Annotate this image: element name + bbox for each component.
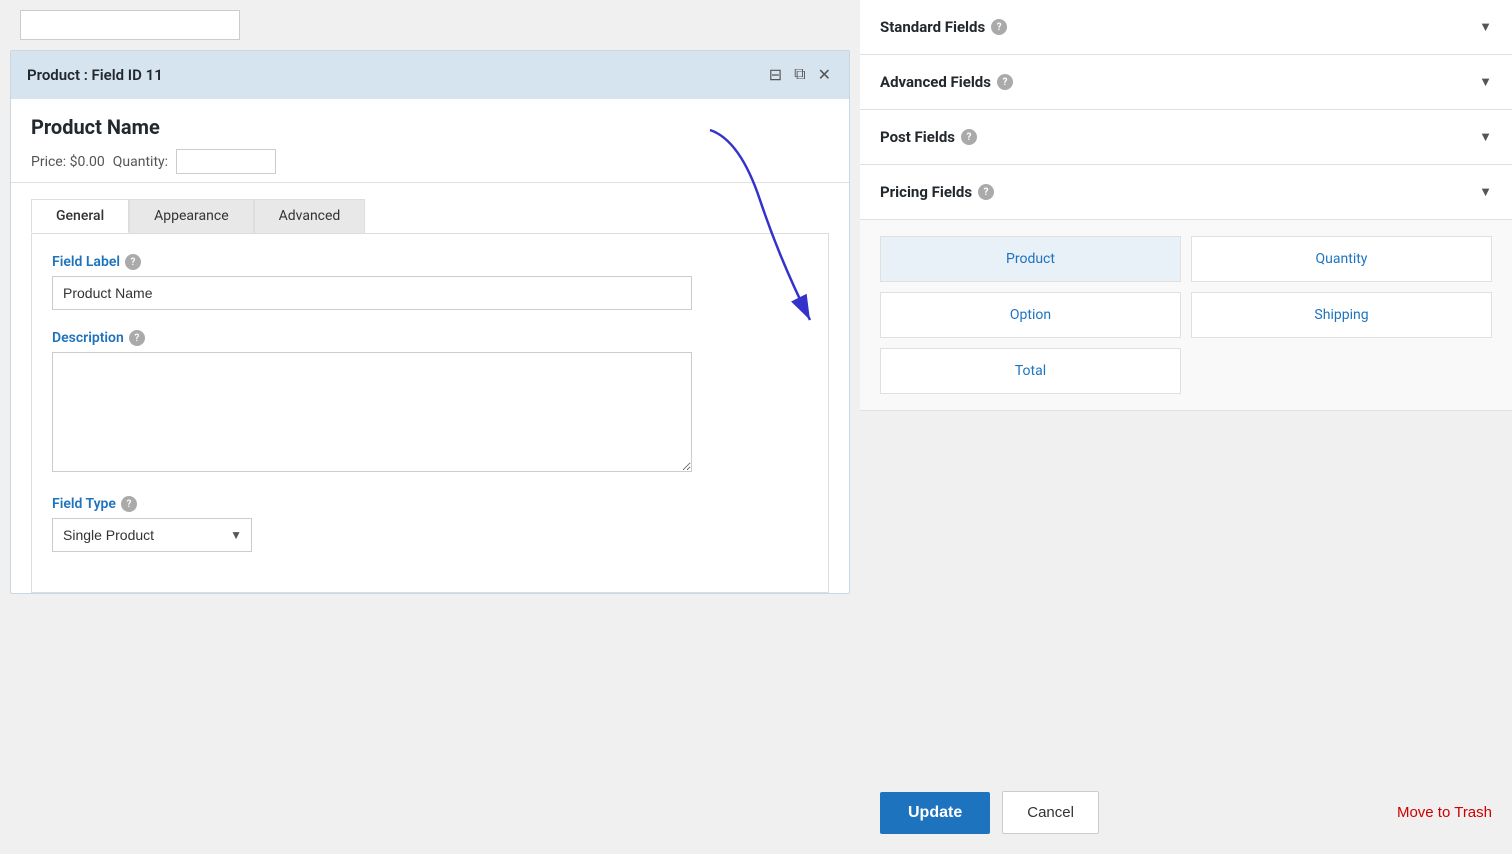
field-label-label: Field Label ?: [52, 254, 808, 270]
advanced-fields-title: Advanced Fields ?: [880, 73, 1013, 91]
copy-icon: ⧉: [794, 66, 805, 83]
field-editor-title: Product : Field ID 11: [27, 66, 163, 84]
post-fields-title: Post Fields ?: [880, 128, 977, 146]
cancel-button[interactable]: Cancel: [1002, 791, 1099, 834]
description-help-icon[interactable]: ?: [129, 330, 145, 346]
field-editor-card: Product : Field ID 11 ⊟ ⧉ ✕ Product Name…: [10, 50, 850, 594]
advanced-fields-header[interactable]: Advanced Fields ? ▼: [860, 55, 1512, 109]
left-panel: Product : Field ID 11 ⊟ ⧉ ✕ Product Name…: [0, 0, 860, 854]
field-type-label: Field Type ?: [52, 496, 808, 512]
field-type-select-wrap: Single Product Dropdown Radio Checkbox ▼: [52, 518, 252, 552]
pricing-item-total[interactable]: Total: [880, 348, 1181, 394]
description-group: Description ?: [52, 330, 808, 476]
advanced-fields-chevron-down-icon: ▼: [1479, 74, 1492, 90]
field-type-group: Field Type ? Single Product Dropdown Rad…: [52, 496, 808, 552]
update-button[interactable]: Update: [880, 792, 990, 834]
close-button[interactable]: ✕: [816, 63, 833, 87]
price-label: Price: $0.00: [31, 154, 105, 170]
product-preview: Product Name Price: $0.00 Quantity:: [11, 99, 849, 183]
tab-general[interactable]: General: [31, 199, 129, 233]
standard-fields-chevron-down-icon: ▼: [1479, 19, 1492, 35]
field-label-input[interactable]: [52, 276, 692, 310]
tab-appearance[interactable]: Appearance: [129, 199, 253, 233]
field-label-help-icon[interactable]: ?: [125, 254, 141, 270]
standard-fields-header[interactable]: Standard Fields ? ▼: [860, 0, 1512, 54]
top-search-input[interactable]: [20, 10, 240, 40]
minimize-icon: ⊟: [769, 67, 782, 84]
description-label: Description ?: [52, 330, 808, 346]
copy-button[interactable]: ⧉: [792, 64, 807, 86]
pricing-item-quantity[interactable]: Quantity: [1191, 236, 1492, 282]
post-fields-help-icon[interactable]: ?: [961, 129, 977, 145]
move-to-trash-button[interactable]: Move to Trash: [1397, 804, 1492, 821]
pricing-fields-chevron-down-icon: ▼: [1479, 184, 1492, 200]
field-editor-actions: ⊟ ⧉ ✕: [767, 63, 833, 87]
advanced-fields-help-icon[interactable]: ?: [997, 74, 1013, 90]
bottom-actions: Update Cancel Move to Trash: [860, 771, 1512, 854]
product-name-display: Product Name: [31, 115, 829, 139]
tabs-row: General Appearance Advanced: [11, 183, 849, 233]
pricing-item-shipping[interactable]: Shipping: [1191, 292, 1492, 338]
description-textarea[interactable]: [52, 352, 692, 472]
close-icon: ✕: [818, 67, 831, 84]
field-type-help-icon[interactable]: ?: [121, 496, 137, 512]
standard-fields-section: Standard Fields ? ▼: [860, 0, 1512, 55]
pricing-item-product[interactable]: Product: [880, 236, 1181, 282]
standard-fields-help-icon[interactable]: ?: [991, 19, 1007, 35]
field-label-group: Field Label ?: [52, 254, 808, 310]
pricing-grid: Product Quantity Option Shipping Total: [860, 220, 1512, 410]
tab-advanced[interactable]: Advanced: [254, 199, 366, 233]
product-price-row: Price: $0.00 Quantity:: [31, 149, 829, 174]
post-fields-section: Post Fields ? ▼: [860, 110, 1512, 165]
standard-fields-title: Standard Fields ?: [880, 18, 1007, 36]
post-fields-chevron-down-icon: ▼: [1479, 129, 1492, 145]
pricing-fields-header[interactable]: Pricing Fields ? ▼: [860, 165, 1512, 219]
right-panel: Standard Fields ? ▼ Advanced Fields ? ▼ …: [860, 0, 1512, 854]
post-fields-header[interactable]: Post Fields ? ▼: [860, 110, 1512, 164]
pricing-item-option[interactable]: Option: [880, 292, 1181, 338]
quantity-input[interactable]: [176, 149, 276, 174]
top-input-bar: [0, 0, 860, 50]
pricing-expanded: Product Quantity Option Shipping Total: [860, 219, 1512, 410]
pricing-fields-title: Pricing Fields ?: [880, 183, 994, 201]
minimize-button[interactable]: ⊟: [767, 63, 784, 87]
advanced-fields-section: Advanced Fields ? ▼: [860, 55, 1512, 110]
field-type-select[interactable]: Single Product Dropdown Radio Checkbox: [52, 518, 252, 552]
quantity-label: Quantity:: [113, 154, 168, 170]
form-content: Field Label ? Description ? Field Type ?: [31, 233, 829, 593]
pricing-fields-section: Pricing Fields ? ▼ Product Quantity Opti…: [860, 165, 1512, 411]
pricing-fields-help-icon[interactable]: ?: [978, 184, 994, 200]
field-editor-header: Product : Field ID 11 ⊟ ⧉ ✕: [11, 51, 849, 99]
